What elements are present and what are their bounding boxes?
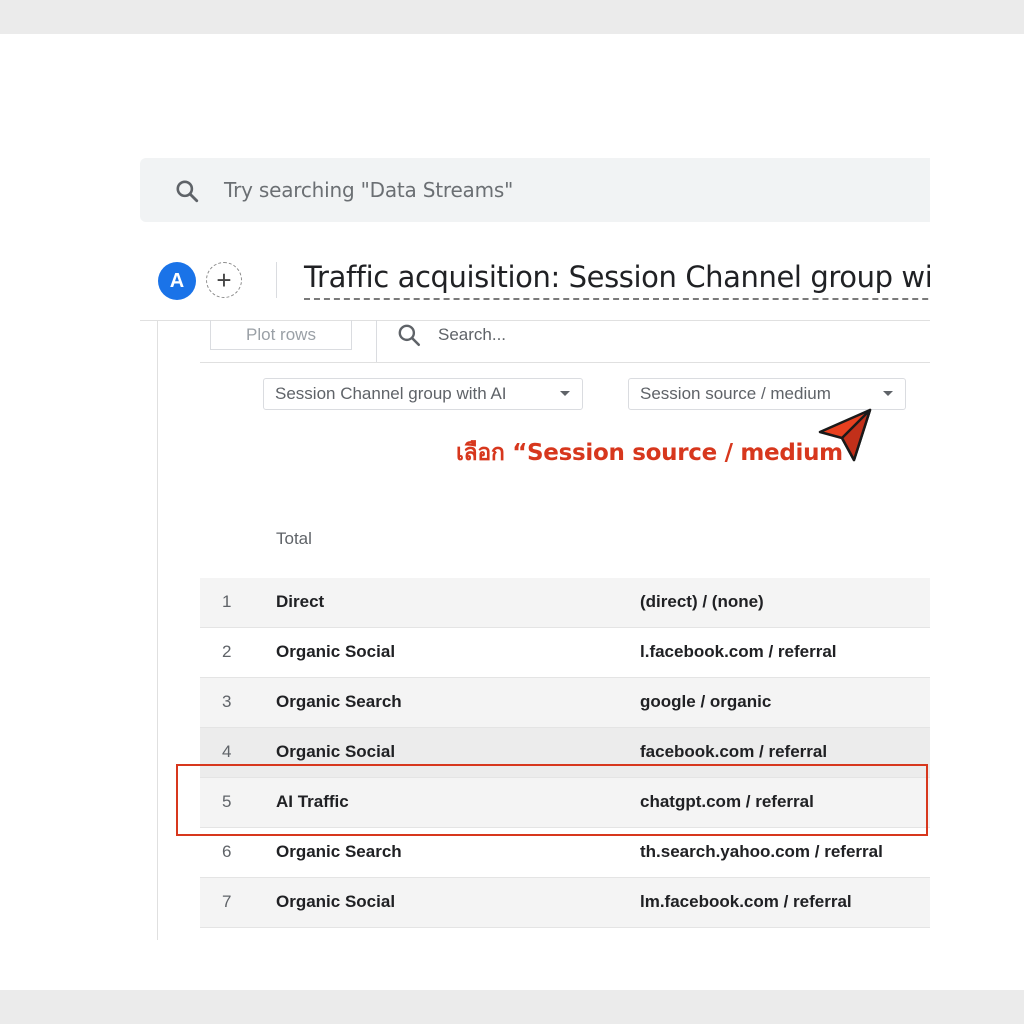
chevron-down-icon (883, 391, 893, 396)
source-medium-cell: (direct) / (none) (640, 592, 764, 611)
report-header: A + Traffic acquisition: Session Channel… (140, 234, 930, 321)
add-comparison-button[interactable]: + (206, 262, 242, 298)
plot-rows-button[interactable]: Plot rows (210, 320, 352, 350)
row-number: 4 (222, 742, 232, 761)
source-medium-cell: google / organic (640, 692, 772, 711)
primary-dimension-label: Session Channel group with AI (275, 384, 507, 403)
source-medium-cell: lm.facebook.com / referral (640, 892, 852, 911)
row-number: 6 (222, 842, 232, 861)
table-row[interactable]: 7 Organic Social lm.facebook.com / refer… (200, 878, 930, 928)
row-number: 3 (222, 692, 232, 711)
plus-icon: + (216, 264, 232, 295)
table-row[interactable]: 6 Organic Search th.search.yahoo.com / r… (200, 828, 930, 878)
arrow-pointer-icon (818, 408, 872, 462)
channel-cell: Organic Social (276, 892, 396, 911)
source-medium-cell: facebook.com / referral (640, 742, 828, 761)
table-row[interactable]: 1 Direct (direct) / (none) (200, 578, 930, 628)
channel-cell: Organic Search (276, 842, 402, 861)
secondary-dimension-select[interactable]: Session source / medium (628, 378, 906, 410)
secondary-dimension-label: Session source / medium (640, 384, 831, 403)
channel-cell: AI Traffic (276, 792, 349, 811)
header-divider (276, 262, 277, 298)
channel-cell: Direct (276, 592, 325, 611)
page-background: Try searching "Data Streams" A + Traffic… (0, 34, 1024, 990)
channel-cell: Organic Social (276, 742, 396, 761)
row-number: 5 (222, 792, 232, 811)
table-row[interactable]: 4 Organic Social facebook.com / referral (200, 728, 930, 778)
chevron-down-icon (560, 391, 570, 396)
table-row-highlighted[interactable]: 5 AI Traffic chatgpt.com / referral (200, 778, 930, 828)
channel-cell: Organic Search (276, 692, 402, 711)
source-medium-cell: th.search.yahoo.com / referral (640, 842, 883, 861)
report-title[interactable]: Traffic acquisition: Session Channel gro… (304, 260, 930, 300)
table-toolbar: Plot rows Search... (200, 320, 930, 363)
total-label: Total (276, 529, 312, 548)
row-number: 1 (222, 592, 232, 611)
toolbar-divider (376, 320, 377, 362)
left-border (157, 320, 158, 940)
source-medium-cell: l.facebook.com / referral (640, 642, 837, 661)
search-placeholder: Try searching "Data Streams" (224, 178, 514, 202)
search-icon (398, 324, 421, 347)
source-medium-cell: chatgpt.com / referral (640, 792, 814, 811)
analytics-screenshot: Try searching "Data Streams" A + Traffic… (140, 158, 930, 940)
channel-cell: Organic Social (276, 642, 396, 661)
table-row[interactable]: 3 Organic Search google / organic (200, 678, 930, 728)
table-row[interactable]: 2 Organic Social l.facebook.com / referr… (200, 628, 930, 678)
data-table: 1 Direct (direct) / (none) 2 Organic Soc… (200, 578, 930, 928)
annotation-text: เลือก “Session source / medium (456, 440, 843, 466)
row-number: 7 (222, 892, 232, 911)
primary-dimension-select[interactable]: Session Channel group with AI (263, 378, 583, 410)
global-search-bar[interactable]: Try searching "Data Streams" (140, 158, 930, 222)
comparison-avatar[interactable]: A (158, 262, 196, 300)
search-icon (176, 180, 199, 203)
table-search-input[interactable]: Search... (438, 325, 506, 345)
row-number: 2 (222, 642, 232, 661)
